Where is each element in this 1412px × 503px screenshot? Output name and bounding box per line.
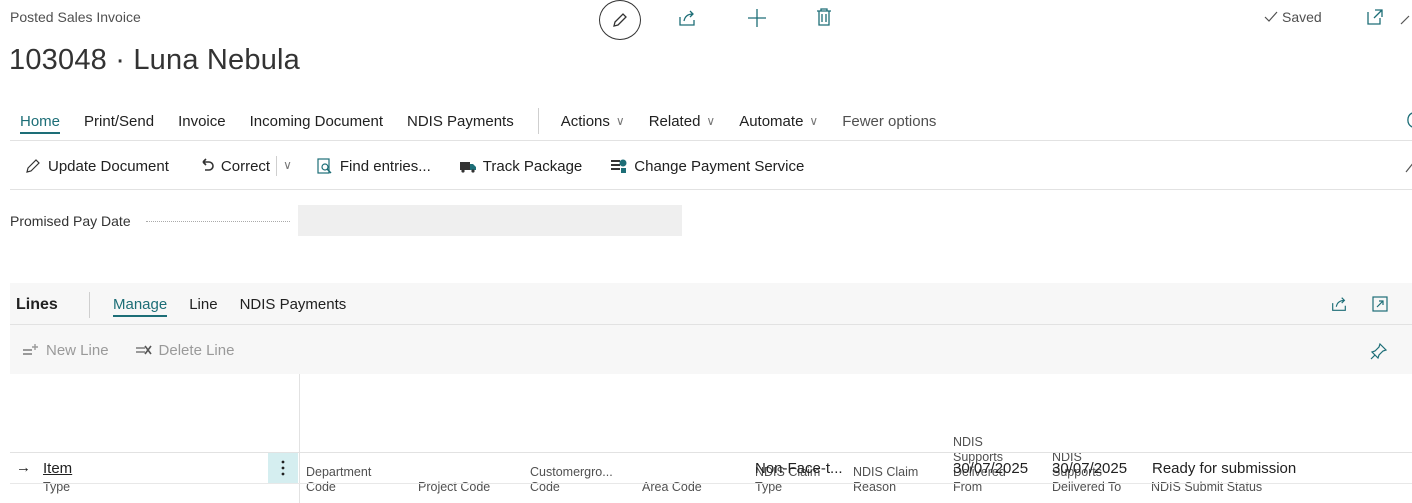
row-ndis-delivered-from[interactable]: 30/07/2025 <box>953 460 1028 477</box>
divider <box>10 140 1412 141</box>
trash-icon <box>817 8 831 26</box>
pin-icon[interactable] <box>1404 158 1412 174</box>
chevron-down-icon: ∨ <box>706 113 716 128</box>
pencil-icon <box>613 13 627 27</box>
column-header-customergroup-code[interactable]: Customergro... Code <box>530 465 630 495</box>
change-payment-service-label: Change Payment Service <box>634 157 805 175</box>
diagonal-arrow-icon <box>1400 15 1410 25</box>
row-ndis-claim-type[interactable]: Non-Face-t... <box>755 460 843 477</box>
lines-pin-button[interactable] <box>1369 341 1389 361</box>
lines-title: Lines <box>16 296 58 313</box>
more-vertical-icon <box>281 460 285 476</box>
menu-actions-label: Actions <box>560 112 610 130</box>
tab-home[interactable]: Home <box>20 113 61 134</box>
row-divider <box>10 483 1412 484</box>
menu-actions[interactable]: Actions ∨ <box>561 113 625 130</box>
action-bar: Home Print/Send Invoice Incoming Documen… <box>20 108 960 134</box>
row-type-link[interactable]: Item <box>43 460 72 477</box>
find-entries-icon <box>317 158 332 174</box>
lines-tab-ndis-payments[interactable]: NDIS Payments <box>240 296 347 313</box>
row-ndis-submit-status[interactable]: Ready for submission <box>1152 460 1296 477</box>
current-row-arrow-icon: → <box>16 459 31 476</box>
promised-pay-date-label: Promised Pay Date <box>10 213 131 229</box>
update-document-label: Update Document <box>48 157 169 175</box>
saved-status: Saved <box>1263 9 1322 25</box>
track-package-label: Track Package <box>482 157 583 175</box>
open-new-window-icon <box>1367 9 1383 25</box>
correct-button[interactable]: Correct <box>197 157 270 175</box>
chevron-down-icon: ∨ <box>615 113 625 128</box>
tab-incoming-document[interactable]: Incoming Document <box>250 113 383 130</box>
promoted-actions-bar: Update Document Correct ∨ Find entries..… <box>24 152 832 180</box>
correct-label: Correct <box>220 157 271 175</box>
lines-share-button[interactable] <box>1329 294 1349 314</box>
checkmark-icon <box>1264 11 1278 22</box>
row-actions-button[interactable] <box>268 453 298 483</box>
field-leader-dots <box>146 221 290 222</box>
saved-label: Saved <box>1282 9 1322 25</box>
column-header-ndis-claim-reason[interactable]: NDIS Claim Reason <box>853 465 925 495</box>
plus-icon <box>748 9 766 27</box>
edit-button[interactable] <box>599 0 641 40</box>
tab-ndis-payments[interactable]: NDIS Payments <box>407 113 514 130</box>
promised-pay-date-input[interactable] <box>298 205 682 236</box>
menu-related[interactable]: Related ∨ <box>649 113 716 130</box>
share-icon <box>679 10 695 26</box>
divider <box>10 324 1412 325</box>
collapse-icon[interactable] <box>1398 9 1412 29</box>
search-icon[interactable] <box>1402 110 1412 130</box>
lines-tabs: Manage Line NDIS Payments <box>113 296 368 317</box>
document-type-label: Posted Sales Invoice <box>10 9 141 25</box>
find-entries-button[interactable]: Find entries... <box>316 157 431 175</box>
menu-automate-label: Automate <box>739 112 804 130</box>
page-title: 103048 · Luna Nebula <box>9 44 301 76</box>
expand-icon <box>1372 296 1388 312</box>
lines-expand-button[interactable] <box>1370 294 1390 314</box>
new-button[interactable] <box>744 5 770 31</box>
delete-line-button[interactable]: Delete Line <box>135 342 235 359</box>
new-line-label: New Line <box>46 342 109 359</box>
delete-line-label: Delete Line <box>158 342 235 359</box>
lines-tab-manage[interactable]: Manage <box>113 296 168 317</box>
lines-tab-line[interactable]: Line <box>189 296 217 313</box>
divider <box>10 189 1412 190</box>
find-entries-label: Find entries... <box>339 157 431 175</box>
payment-service-icon <box>611 159 627 173</box>
tab-divider <box>537 108 539 134</box>
tab-print-send[interactable]: Print/Send <box>84 113 154 130</box>
row-ndis-delivered-to[interactable]: 30/07/2025 <box>1052 460 1127 477</box>
update-document-button[interactable]: Update Document <box>24 157 169 175</box>
menu-related-label: Related <box>648 112 701 130</box>
share-icon <box>1332 297 1346 311</box>
tab-invoice[interactable]: Invoice <box>178 113 226 130</box>
correct-menu-button[interactable]: ∨ <box>276 156 292 176</box>
undo-arrow-icon <box>202 158 214 171</box>
chevron-down-icon: ∨ <box>283 158 292 172</box>
column-header-department-code[interactable]: Department Code <box>306 465 386 495</box>
lines-toolbar: New Line Delete Line <box>22 342 260 359</box>
truck-icon <box>459 162 476 173</box>
new-line-button[interactable]: New Line <box>22 342 109 359</box>
pin-icon <box>1370 342 1388 360</box>
track-package-button[interactable]: Track Package <box>459 157 583 175</box>
share-button[interactable] <box>675 6 699 30</box>
change-payment-service-button[interactable]: Change Payment Service <box>610 157 804 175</box>
new-line-icon <box>23 343 38 355</box>
grid-header-divider <box>10 452 1412 453</box>
fewer-options-button[interactable]: Fewer options <box>842 113 936 130</box>
menu-automate[interactable]: Automate ∨ <box>739 113 818 130</box>
open-in-new-window-button[interactable] <box>1364 6 1386 28</box>
chevron-down-icon: ∨ <box>809 113 819 128</box>
delete-button[interactable] <box>812 5 836 29</box>
pencil-icon <box>26 159 40 173</box>
delete-line-icon <box>135 345 152 354</box>
lines-divider <box>89 292 90 318</box>
